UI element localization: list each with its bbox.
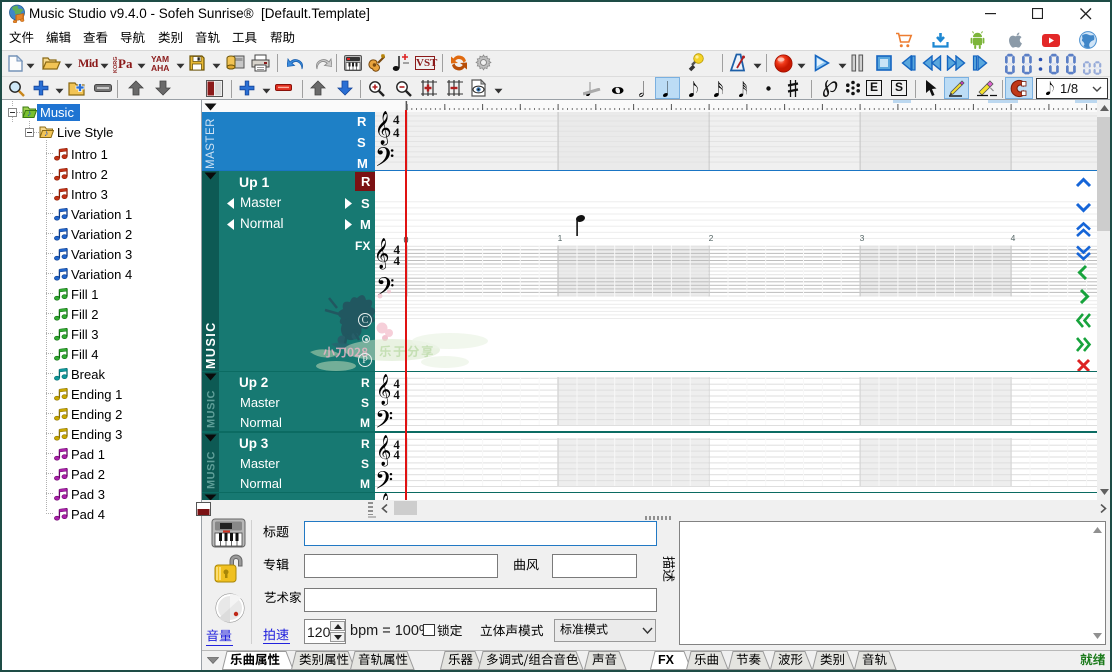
svg-text:MUSIC: MUSIC [204, 321, 218, 369]
svg-text:MASTER: MASTER [205, 118, 217, 169]
svg-text:3: 3 [860, 233, 865, 243]
svg-text:4: 4 [1011, 233, 1016, 243]
svg-text:MUSIC: MUSIC [206, 390, 218, 428]
svg-text:2: 2 [709, 233, 714, 243]
svg-text:1: 1 [558, 233, 563, 243]
svg-text:♪: ♪ [27, 108, 32, 118]
svg-text:♪: ♪ [44, 128, 49, 138]
svg-text:MUSIC: MUSIC [206, 451, 218, 489]
